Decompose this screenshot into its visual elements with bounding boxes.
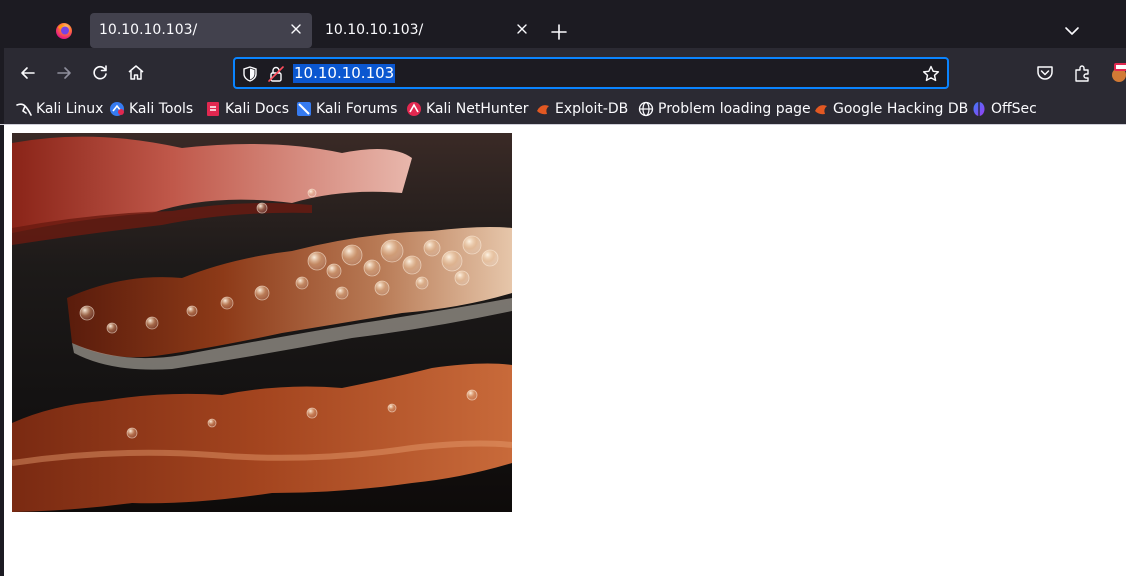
close-icon[interactable] bbox=[514, 21, 530, 37]
bookmark-kali-nethunter[interactable]: Kali NetHunter bbox=[406, 96, 528, 122]
bookmark-offsec[interactable]: OffSec bbox=[971, 96, 1037, 122]
url-input[interactable]: 10.10.10.103 bbox=[293, 64, 396, 83]
content-divider bbox=[0, 124, 1126, 125]
tab-inactive[interactable]: 10.10.10.103/ bbox=[316, 13, 538, 49]
bookmark-kali-tools[interactable]: Kali Tools bbox=[109, 96, 193, 122]
tab-title: 10.10.10.103/ bbox=[325, 22, 424, 38]
bookmark-google-hacking-db[interactable]: Google Hacking DB bbox=[813, 96, 968, 122]
bookmark-label: Kali Tools bbox=[129, 101, 194, 117]
firefox-icon[interactable] bbox=[54, 21, 74, 41]
bookmark-problem-loading-page[interactable]: Problem loading page bbox=[638, 96, 811, 122]
bookmark-label: Exploit-DB bbox=[555, 101, 629, 117]
chevron-down-icon[interactable] bbox=[1062, 21, 1082, 41]
new-tab-icon[interactable] bbox=[548, 21, 570, 43]
forward-icon[interactable] bbox=[53, 62, 75, 84]
bookmarks-toolbar: Kali Linux Kali Tools Kali Docs Kali For… bbox=[0, 96, 1126, 124]
exploit-db-icon bbox=[537, 105, 549, 115]
bookmark-label: Kali Linux bbox=[36, 101, 104, 117]
kali-forums-icon bbox=[297, 102, 311, 116]
pocket-icon[interactable] bbox=[1034, 62, 1056, 84]
url-bar[interactable]: 10.10.10.103 bbox=[233, 57, 949, 89]
insecure-lock-icon[interactable] bbox=[267, 65, 285, 83]
extensions-icon[interactable] bbox=[1071, 62, 1093, 84]
kali-docs-icon bbox=[207, 102, 219, 116]
back-icon[interactable] bbox=[17, 62, 39, 84]
extension-badge-icon[interactable] bbox=[1108, 62, 1126, 84]
shield-icon[interactable] bbox=[241, 65, 259, 83]
close-icon[interactable] bbox=[288, 21, 304, 37]
exploit-db-icon bbox=[815, 105, 827, 115]
bacon-image bbox=[12, 133, 512, 512]
bookmark-label: Kali NetHunter bbox=[426, 101, 529, 117]
bookmark-kali-linux[interactable]: Kali Linux bbox=[16, 96, 103, 122]
star-icon[interactable] bbox=[921, 64, 941, 84]
kali-dragon-icon bbox=[16, 103, 32, 116]
bookmark-label: Kali Docs bbox=[225, 101, 290, 117]
bookmark-label: Problem loading page bbox=[658, 101, 811, 117]
reload-icon[interactable] bbox=[89, 62, 111, 84]
nethunter-icon bbox=[407, 102, 421, 116]
bookmark-label: OffSec bbox=[991, 101, 1037, 117]
bookmark-exploit-db[interactable]: Exploit-DB bbox=[535, 96, 628, 122]
tab-active[interactable]: 10.10.10.103/ bbox=[90, 13, 312, 48]
bookmark-kali-forums[interactable]: Kali Forums bbox=[296, 96, 397, 122]
bookmark-kali-docs[interactable]: Kali Docs bbox=[205, 96, 289, 122]
globe-icon bbox=[638, 101, 654, 117]
kali-tools-icon bbox=[110, 102, 124, 116]
tab-title: 10.10.10.103/ bbox=[99, 22, 198, 38]
offsec-icon bbox=[973, 102, 985, 116]
bookmark-label: Kali Forums bbox=[316, 101, 398, 117]
bookmark-label: Google Hacking DB bbox=[833, 101, 969, 117]
home-icon[interactable] bbox=[125, 62, 147, 84]
